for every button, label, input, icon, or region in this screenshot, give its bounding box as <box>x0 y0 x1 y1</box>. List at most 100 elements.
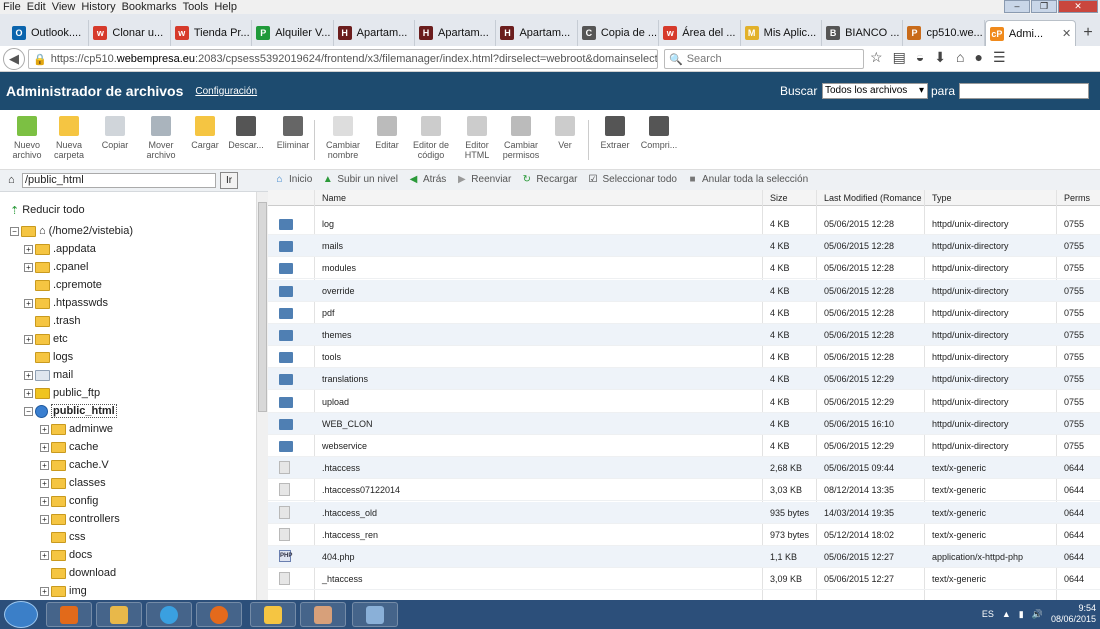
tree-item-cache[interactable]: + cache <box>40 439 98 455</box>
go-button[interactable]: Ir <box>220 172 238 189</box>
file-row[interactable]: PHP 404.php 1,1 KB 05/06/2015 12:27 applicat… <box>268 546 1100 568</box>
web-search-input[interactable]: 🔍 Search <box>664 49 864 69</box>
column-header-0[interactable]: Name <box>322 193 346 203</box>
explorer-taskbar-icon[interactable] <box>96 602 142 627</box>
collapse-toggle[interactable]: − <box>10 226 19 236</box>
browser-tab[interactable]: H Apartam... <box>496 20 578 46</box>
maximize-button[interactable]: ❐ <box>1031 0 1057 13</box>
expand-toggle[interactable]: + <box>40 514 49 524</box>
expand-toggle[interactable]: + <box>24 388 33 398</box>
toolbar-button-9[interactable]: Editor de código <box>406 116 456 160</box>
browser-tab[interactable]: H Apartam... <box>334 20 416 46</box>
expand-toggle[interactable]: + <box>24 262 33 272</box>
internet-explorer-taskbar-icon[interactable] <box>146 602 192 627</box>
tree-item-trash[interactable]: .trash <box>24 313 81 329</box>
home-icon[interactable]: ⌂ <box>956 49 964 66</box>
menu-item-file[interactable]: File <box>0 1 24 13</box>
back-button[interactable]: ◀ <box>3 47 25 70</box>
tree-item-download[interactable]: download <box>40 565 116 581</box>
menu-item-history[interactable]: History <box>78 1 118 13</box>
expand-toggle[interactable]: + <box>40 586 49 596</box>
config-link[interactable]: Configuración <box>195 86 257 97</box>
menu-item-bookmarks[interactable]: Bookmarks <box>119 1 180 13</box>
firefox-taskbar-icon[interactable] <box>196 602 242 627</box>
column-header-2[interactable]: Last Modified (Romance <box>824 193 922 203</box>
expand-toggle[interactable]: + <box>24 334 33 344</box>
toolbar-button-8[interactable]: Editar <box>362 116 412 150</box>
download-icon[interactable]: ⬇ <box>934 49 946 66</box>
expand-toggle[interactable]: − <box>24 406 33 416</box>
tree-item-mail[interactable]: + mail <box>24 367 73 383</box>
tree-item-classes[interactable]: + classes <box>40 475 106 491</box>
url-bar[interactable]: 🔒 https://cp510. webempresa.eu:2083/cpses… <box>28 49 658 69</box>
start-button[interactable] <box>4 601 38 628</box>
expand-toggle[interactable]: + <box>24 244 33 254</box>
action-4[interactable]: ↻ Recargar <box>521 174 578 185</box>
tree-item-logs[interactable]: logs <box>24 349 73 365</box>
browser-tab[interactable]: B BIANCO ... <box>822 20 904 46</box>
action-5[interactable]: ☑ Seleccionar todo <box>587 174 676 185</box>
tree-item-cacheV[interactable]: + cache.V <box>40 457 109 473</box>
file-row[interactable]: translations 4 KB 05/06/2015 12:29 httpd/un… <box>268 368 1100 391</box>
network-icon[interactable]: ▮ <box>1019 609 1024 620</box>
menu-item-help[interactable]: Help <box>211 1 240 13</box>
tree-item-adminwe[interactable]: + adminwe <box>40 421 113 437</box>
folder-taskbar-icon[interactable] <box>250 602 296 627</box>
column-header-4[interactable]: Perms <box>1064 193 1090 203</box>
pocket-icon[interactable]: ◒ <box>916 49 924 66</box>
tree-item-cpanel[interactable]: + .cpanel <box>24 259 88 275</box>
action-2[interactable]: ◀ Atrás <box>408 174 447 185</box>
file-row[interactable]: webservice 4 KB 05/06/2015 12:29 httpd/unix… <box>268 435 1100 457</box>
language-indicator[interactable]: ES <box>982 609 994 619</box>
media-player-taskbar-icon[interactable] <box>46 602 92 627</box>
file-row[interactable]: WEB_CLON 4 KB 05/06/2015 16:10 httpd/unix-d… <box>268 412 1100 435</box>
browser-tab[interactable]: cP Admi... ✕ <box>984 20 1077 46</box>
tray-arrow-icon[interactable]: ▲ <box>1002 609 1011 619</box>
reading-list-icon[interactable]: ▤ <box>893 49 906 66</box>
column-header-3[interactable]: Type <box>932 193 952 203</box>
minimize-button[interactable]: – <box>1004 0 1030 13</box>
browser-tab[interactable]: O Outlook.... <box>8 20 90 46</box>
clock[interactable]: 9:54 08/06/2015 <box>1051 603 1096 625</box>
toolbar-button-14[interactable]: Compri... <box>634 116 684 150</box>
tree-item-controllers[interactable]: + controllers <box>40 511 120 527</box>
browser-tab[interactable]: w Área del ... <box>659 20 741 46</box>
chat-icon[interactable]: ● <box>974 49 982 66</box>
action-1[interactable]: ▲ Subir un nivel <box>322 174 398 185</box>
column-header-1[interactable]: Size <box>770 193 788 203</box>
file-row[interactable]: themes 4 KB 05/06/2015 12:28 httpd/unix-dir… <box>268 324 1100 346</box>
expand-toggle[interactable]: + <box>40 478 49 488</box>
file-row[interactable]: .htaccess_ren 973 bytes 05/12/2014 18:02 te… <box>268 524 1100 546</box>
browser-tab[interactable]: w Clonar u... <box>89 20 171 46</box>
expand-toggle[interactable]: + <box>40 442 49 452</box>
file-row[interactable]: override 4 KB 05/06/2015 12:28 httpd/unix-d… <box>268 279 1100 302</box>
tree-item-htpasswds[interactable]: + .htpasswds <box>24 295 108 311</box>
file-row[interactable]: modules 4 KB 05/06/2015 12:28 httpd/unix-di… <box>268 257 1100 280</box>
tree-item-css[interactable]: css <box>40 529 86 545</box>
expand-toggle[interactable]: + <box>40 550 49 560</box>
app-taskbar-icon[interactable] <box>352 602 398 627</box>
tree-item-cpremote[interactable]: .cpremote <box>24 277 102 293</box>
expand-toggle[interactable]: + <box>24 298 33 308</box>
menu-item-tools[interactable]: Tools <box>180 1 212 13</box>
scroll-thumb[interactable] <box>258 202 267 412</box>
browser-tab[interactable]: Pcp510.we... <box>903 20 985 46</box>
path-input[interactable]: /public_html <box>22 173 216 188</box>
volume-icon[interactable]: 🔊 <box>1032 609 1043 620</box>
menu-icon[interactable]: ☰ <box>993 49 1006 66</box>
action-6[interactable]: ■ Anular toda la selección <box>687 174 808 185</box>
toolbar-button-13[interactable]: Extraer <box>590 116 640 150</box>
new-tab-button[interactable]: + <box>1076 20 1100 46</box>
menu-item-edit[interactable]: Edit <box>24 1 49 13</box>
close-tab-icon[interactable]: ✕ <box>1062 27 1071 40</box>
toolbar-button-3[interactable]: Mover archivo <box>136 116 186 160</box>
tree-item-etc[interactable]: + etc <box>24 331 68 347</box>
expand-toggle[interactable]: + <box>40 460 49 470</box>
file-row[interactable]: .htaccess_old 935 bytes 14/03/2014 19:35 te… <box>268 501 1100 524</box>
browser-tab[interactable]: P Alquiler V... <box>252 20 334 46</box>
file-row[interactable]: _htaccess 3,09 KB 05/06/2015 12:27 text/x-g… <box>268 568 1100 591</box>
tree-root[interactable]: − ⌂ (/home2/vistebia) <box>10 223 133 239</box>
file-row[interactable]: upload 4 KB 05/06/2015 12:29 httpd/unix-dir… <box>268 391 1100 413</box>
file-row[interactable]: tools 4 KB 05/06/2015 12:28 httpd/unix-dire… <box>268 346 1100 369</box>
browser-tab[interactable]: C Copia de ... <box>578 20 660 46</box>
